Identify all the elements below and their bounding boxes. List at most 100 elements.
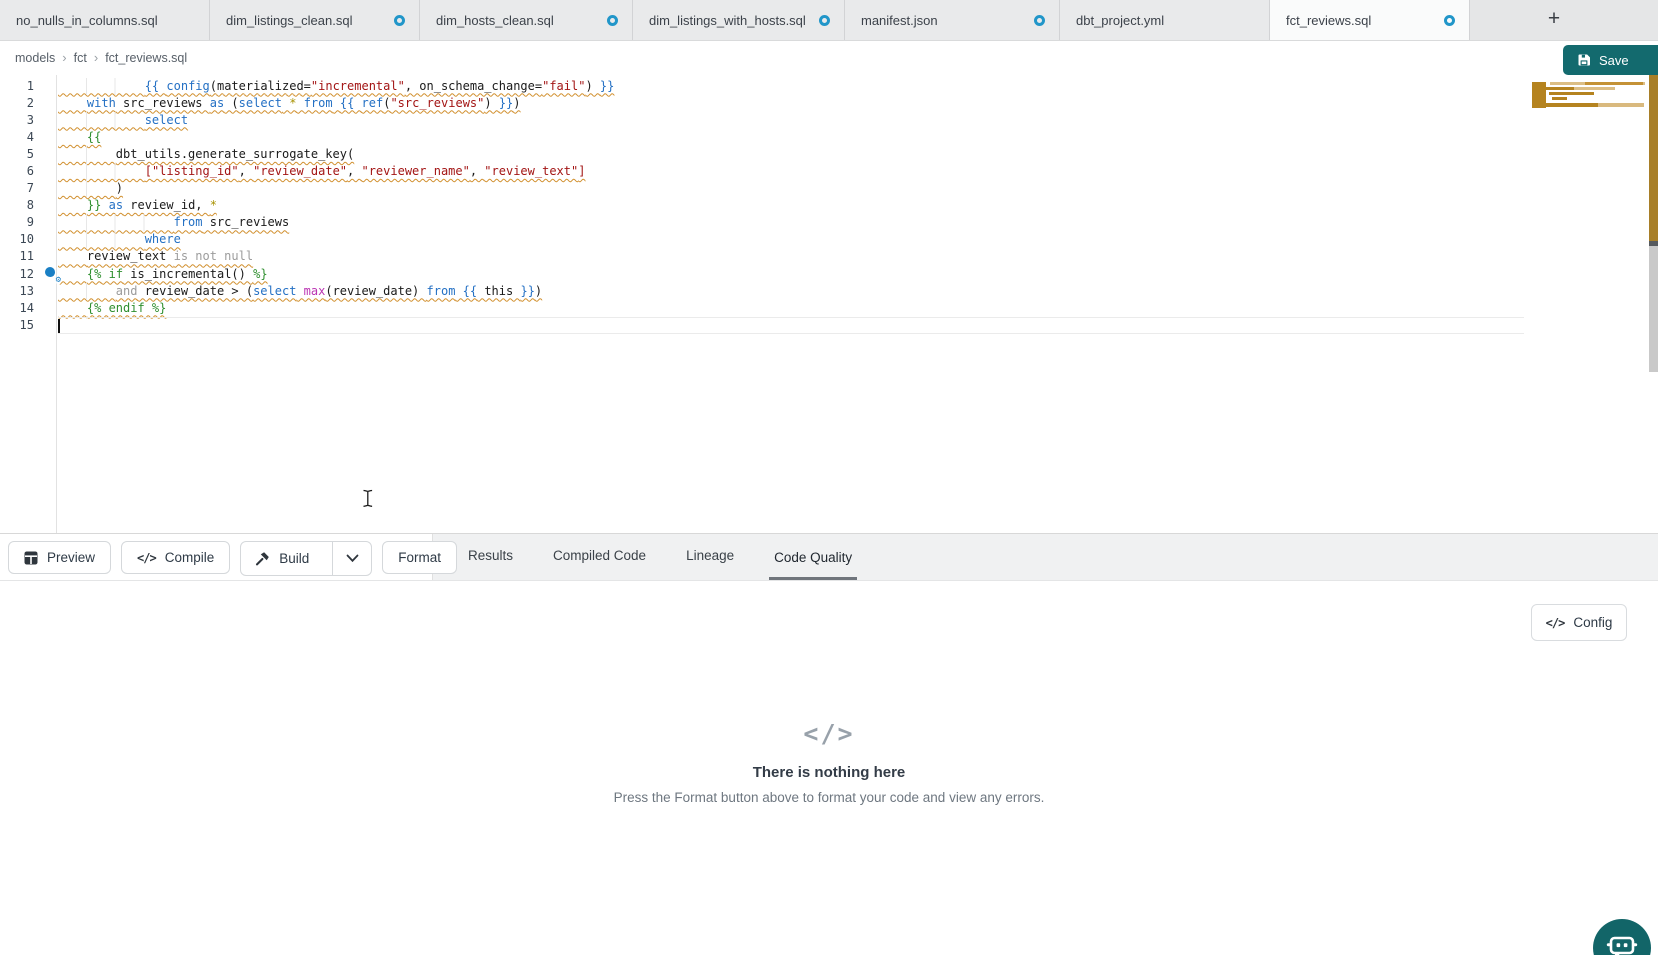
code-line[interactable]: with src_reviews as (select * from {{ re… — [58, 95, 1658, 112]
tab-compiled-code[interactable]: Compiled Code — [548, 534, 651, 580]
file-tab-fct_reviews.sql[interactable]: fct_reviews.sql — [1270, 0, 1470, 40]
lint-mark — [1546, 87, 1574, 90]
code-token: "review_date" — [253, 164, 347, 178]
code-line[interactable]: from src_reviews — [58, 214, 1658, 231]
tab-code-quality[interactable]: Code Quality — [769, 534, 857, 580]
code-token — [333, 96, 340, 110]
code-token: }} — [499, 96, 513, 110]
build-label: Build — [279, 551, 309, 566]
breadcrumb-item[interactable]: fct — [74, 51, 87, 65]
preview-button[interactable]: Preview — [8, 541, 111, 574]
scrollbar-segment[interactable] — [1649, 246, 1658, 372]
file-tab-no_nulls_in_columns.sql[interactable]: no_nulls_in_columns.sql — [0, 0, 210, 40]
code-token: ) — [585, 79, 599, 93]
indent-guides — [58, 112, 142, 129]
file-tab-bar: no_nulls_in_columns.sql dim_listings_clea… — [0, 0, 1658, 41]
format-button[interactable]: Format — [382, 541, 457, 574]
file-tab-dbt_project.yml[interactable]: dbt_project.yml — [1060, 0, 1270, 40]
code-token: from — [427, 284, 456, 298]
code-line-text: review_text is not null — [58, 249, 253, 263]
code-line[interactable]: select — [58, 112, 1658, 129]
code-token: ] — [578, 164, 585, 178]
lint-mark — [1598, 103, 1644, 107]
code-editor[interactable]: 123456789101112131415 {{ config(material… — [0, 75, 1658, 533]
build-split-button: Build — [240, 541, 372, 576]
scrollbar-segment[interactable] — [1649, 75, 1658, 241]
file-tab-dim_listings_with_hosts.sql[interactable]: dim_listings_with_hosts.sql — [633, 0, 845, 40]
code-token: [ — [145, 164, 152, 178]
file-tab-dim_listings_clean.sql[interactable]: dim_listings_clean.sql — [210, 0, 420, 40]
code-token: review_date > ( — [137, 284, 253, 298]
breadcrumb-item[interactable]: fct_reviews.sql — [105, 51, 187, 65]
code-line[interactable]: {{ config(materialized="incremental", on… — [58, 78, 1658, 95]
code-content[interactable]: {{ config(materialized="incremental", on… — [58, 75, 1658, 536]
line-number: 6 — [0, 163, 34, 180]
code-token: review_text — [87, 249, 174, 263]
code-line-text: {% if is_incremental() %} — [58, 267, 268, 281]
code-line[interactable]: {% endif %} — [58, 300, 1658, 317]
lint-mark — [1574, 87, 1615, 90]
code-line[interactable]: review_text is not null — [58, 248, 1658, 265]
code-token — [296, 96, 303, 110]
code-line[interactable]: }} as review_id, * — [58, 197, 1658, 214]
indent-guides — [58, 214, 171, 231]
indent-guides — [58, 231, 142, 248]
file-tab-manifest.json[interactable]: manifest.json — [845, 0, 1060, 40]
code-line[interactable]: where — [58, 231, 1658, 248]
file-tab-dim_hosts_clean.sql[interactable]: dim_hosts_clean.sql — [420, 0, 633, 40]
build-button[interactable]: Build — [241, 542, 323, 575]
line-number: 7 — [0, 180, 34, 197]
code-token: select — [145, 113, 188, 127]
preview-grid-icon — [24, 551, 38, 565]
code-token: max — [304, 284, 326, 298]
line-number: 8 — [0, 197, 34, 214]
code-token: %} — [253, 267, 267, 281]
code-line[interactable] — [58, 317, 1524, 334]
code-token: , on_schema_change= — [405, 79, 542, 93]
code-token: as — [109, 198, 123, 212]
breadcrumb-bar: models›fct›fct_reviews.sql Save — [0, 41, 1658, 76]
tab-lineage[interactable]: Lineage — [681, 534, 739, 580]
save-label: Save — [1599, 53, 1629, 68]
unsaved-changes-dot — [607, 15, 618, 26]
code-line[interactable]: {{ — [58, 129, 1658, 146]
save-icon — [1577, 53, 1591, 67]
code-line[interactable]: ) — [58, 180, 1658, 197]
text-caret — [58, 319, 60, 333]
lightbulb-code-action-icon[interactable] — [44, 267, 59, 282]
file-tab-label: dbt_project.yml — [1076, 13, 1164, 28]
line-number: 15 — [0, 317, 34, 334]
preview-label: Preview — [47, 550, 95, 565]
code-line[interactable]: and review_date > (select max(review_dat… — [58, 283, 1658, 300]
panel-row-divider — [0, 580, 1658, 581]
file-tab-label: dim_listings_clean.sql — [226, 13, 352, 28]
code-token: this — [477, 284, 520, 298]
compile-button[interactable]: </> Compile — [121, 541, 230, 574]
code-token: ) — [535, 284, 542, 298]
line-number: 3 — [0, 112, 34, 129]
code-token: dbt_utils.generate_surrogate_key( — [116, 147, 354, 161]
code-token: ) — [484, 96, 498, 110]
lint-mark — [1549, 92, 1594, 95]
line-number: 14 — [0, 300, 34, 317]
build-options-dropdown[interactable] — [332, 542, 371, 575]
code-token: "incremental" — [311, 79, 405, 93]
code-token: src_reviews — [116, 96, 210, 110]
code-token: , — [347, 164, 361, 178]
code-line[interactable]: {% if is_incremental() %} — [58, 266, 1658, 283]
code-line[interactable]: dbt_utils.generate_surrogate_key( — [58, 146, 1658, 163]
editor-action-toolbar: Preview </> Compile Build — [8, 541, 457, 576]
code-token: (review_date) — [325, 284, 426, 298]
code-line[interactable]: ["listing_id", "review_date", "reviewer_… — [58, 163, 1658, 180]
tab-results[interactable]: Results — [463, 534, 518, 580]
save-button[interactable]: Save — [1563, 45, 1658, 75]
breadcrumb-item[interactable]: models — [15, 51, 55, 65]
line-number: 1 — [0, 78, 34, 95]
new-tab-button[interactable]: + — [1542, 8, 1566, 32]
breadcrumb-separator-icon: › — [62, 50, 66, 65]
config-button[interactable]: </> Config — [1531, 604, 1627, 641]
code-token: src_reviews — [203, 215, 290, 229]
dbt-cloud-ide: no_nulls_in_columns.sql dim_listings_clea… — [0, 0, 1658, 955]
empty-state-subtitle: Press the Format button above to format … — [0, 790, 1658, 805]
file-tab-label: dim_hosts_clean.sql — [436, 13, 554, 28]
